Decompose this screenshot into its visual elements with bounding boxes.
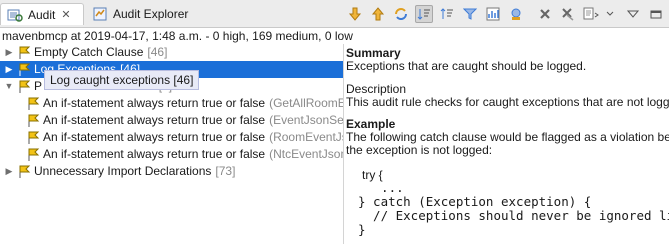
refresh-icon[interactable]: [392, 5, 410, 23]
code-line: }: [358, 222, 366, 237]
flag-icon: [26, 114, 40, 128]
expand-arrow-icon[interactable]: ▶: [3, 163, 15, 180]
view-menu-triangle-icon[interactable]: [624, 5, 642, 23]
toolbar-icons: [341, 5, 665, 23]
flag-icon: [26, 97, 40, 111]
audit-icon: [7, 7, 23, 23]
tree-row-count: [46]: [147, 45, 168, 59]
tree-row-label: An if-statement always return true or fa…: [43, 96, 266, 110]
close-icon[interactable]: ✕: [61, 8, 70, 21]
tree-row-empty-catch-clause[interactable]: ▶ Empty Catch Clause [46]: [0, 44, 343, 61]
collapse-arrow-icon[interactable]: ▼: [3, 78, 15, 95]
tree-row-violation[interactable]: An if-statement always return true or fa…: [24, 146, 343, 163]
flag-icon: [17, 46, 31, 60]
tree-row-location: (RoomEventJsonSe: [269, 130, 343, 144]
example-text-line-1: The following catch clause would be flag…: [346, 130, 669, 144]
tree-row-count: [73]: [215, 164, 236, 178]
code-line: } catch (Exception exception) {: [358, 194, 592, 209]
chart-icon[interactable]: [484, 5, 502, 23]
tab-audit-explorer[interactable]: Audit Explorer: [86, 3, 194, 25]
rule-details-pane: Summary Exceptions that are caught shoul…: [346, 44, 669, 244]
expand-arrow-icon[interactable]: ▶: [3, 61, 15, 78]
tree-row-location: (EventJsonServlet.: [269, 113, 343, 127]
tree-row-label: An if-statement always return true or fa…: [43, 147, 266, 161]
tree-row-label: Unnecessary Import Declarations: [34, 164, 212, 178]
summary-text: Exceptions that are caught should be log…: [346, 59, 587, 73]
delete-icon[interactable]: [536, 5, 554, 23]
tree-row-location: (GetAllRoomEvent.: [269, 96, 343, 110]
example-text-line-2: the exception is not logged:: [346, 143, 493, 157]
description-heading: Description: [346, 82, 407, 96]
tree-row-label: An if-statement always return true or fa…: [43, 130, 266, 144]
tab-audit[interactable]: Audit ✕: [0, 3, 84, 25]
view-toolbar: Audit ✕ Audit Explorer: [0, 0, 669, 28]
tree-row-violation[interactable]: An if-statement always return true or fa…: [24, 112, 343, 129]
tree-row-unnecessary-imports[interactable]: ▶ Unnecessary Import Declarations [73]: [0, 163, 343, 180]
flag-icon: [17, 80, 31, 94]
minimize-icon[interactable]: [647, 5, 665, 23]
pane-divider[interactable]: [343, 44, 344, 244]
tree-row-label: Empty Catch Clause: [34, 45, 144, 59]
code-line: // Exceptions should never be ignored li…: [373, 208, 669, 223]
tree-tooltip: Log caught exceptions [46]: [44, 70, 200, 90]
expand-arrow-icon[interactable]: ▶: [3, 44, 15, 61]
flag-icon: [26, 148, 40, 162]
sort-icon[interactable]: [438, 5, 456, 23]
tab-audit-explorer-label: Audit Explorer: [113, 7, 189, 21]
tree-row-location: (NtcEventJsonServ: [269, 147, 343, 161]
sort-pressed-icon[interactable]: [415, 5, 433, 23]
tree-row-label: P: [34, 79, 43, 93]
plugin-icon[interactable]: [507, 5, 525, 23]
tree-row-violation[interactable]: An if-statement always return true or fa…: [24, 95, 343, 112]
export-icon[interactable]: [582, 5, 600, 23]
example-heading: Example: [346, 117, 396, 131]
tree-row-violation[interactable]: An if-statement always return true or fa…: [24, 129, 343, 146]
description-text: This audit rule checks for caught except…: [346, 95, 669, 109]
tab-audit-label: Audit: [28, 7, 56, 22]
flag-icon: [26, 131, 40, 145]
flag-icon: [17, 63, 31, 77]
audit-explorer-icon: [92, 6, 108, 22]
filter-icon[interactable]: [461, 5, 479, 23]
summary-heading: Summary: [346, 46, 401, 60]
arrow-down-icon[interactable]: [346, 5, 364, 23]
arrow-up-icon[interactable]: [369, 5, 387, 23]
delete-all-icon[interactable]: [559, 5, 577, 23]
flag-icon: [17, 165, 31, 179]
tree-row-label: An if-statement always return true or fa…: [43, 113, 266, 127]
audit-summary-line: mavenbmcp at 2019-04-17, 1:48 a.m. - 0 h…: [2, 29, 353, 43]
view-menu-icon[interactable]: [601, 5, 619, 23]
code-line: ...: [366, 180, 404, 195]
